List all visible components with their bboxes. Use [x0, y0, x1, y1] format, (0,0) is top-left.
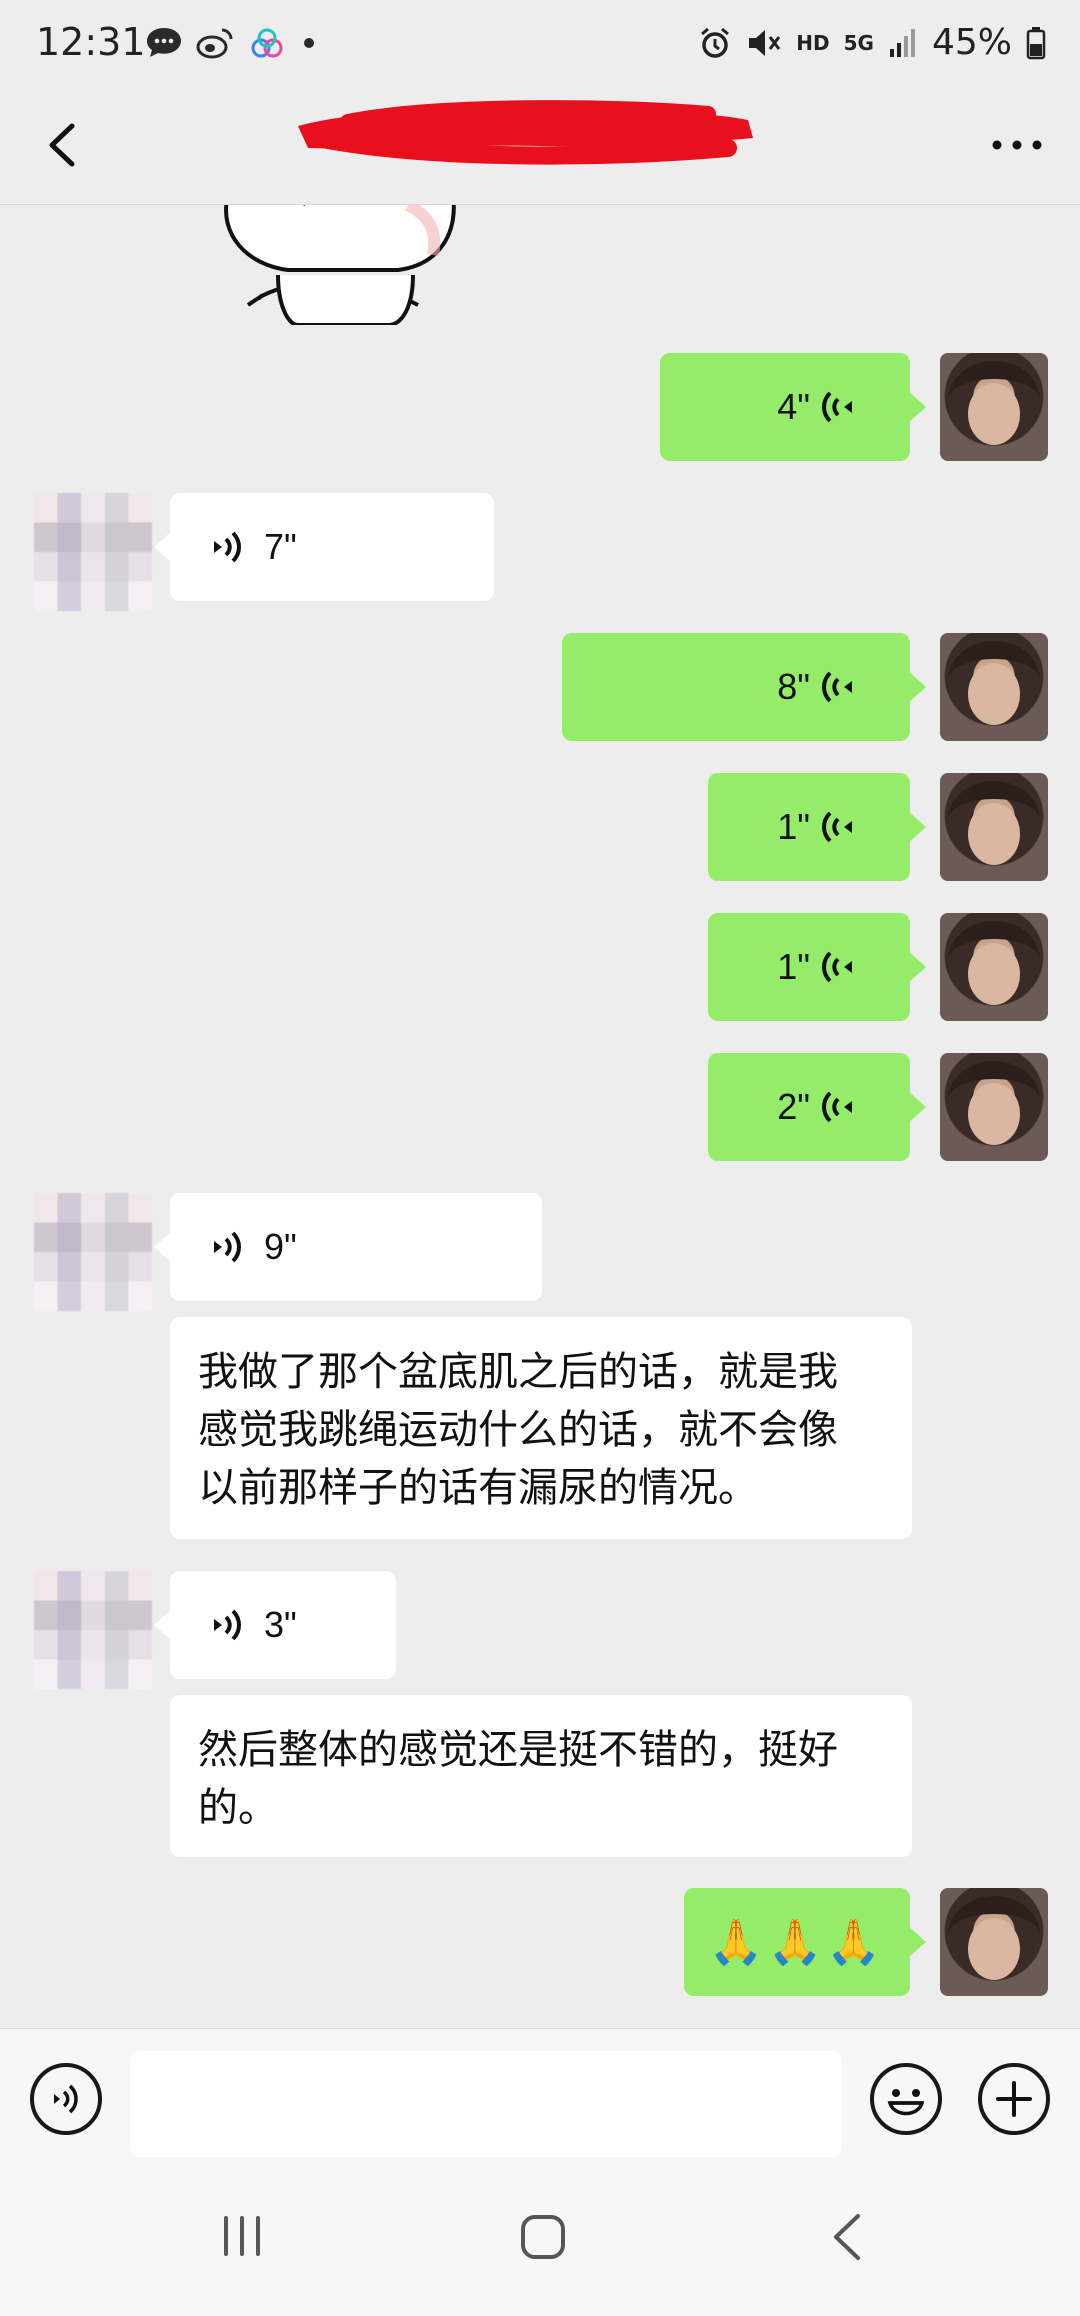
voice-message-incoming[interactable]: 9"	[154, 1193, 542, 1301]
voice-message-outgoing[interactable]: 1"	[708, 773, 926, 881]
message-line: 以前那样子的话有漏尿的情况。	[198, 1465, 758, 1511]
plus-icon	[996, 2081, 1032, 2117]
back-icon[interactable]	[826, 2212, 870, 2262]
contact-avatar[interactable]	[34, 1571, 152, 1689]
signal-icon	[889, 28, 915, 57]
voice-wave-icon	[822, 391, 852, 423]
message-line: 感觉我跳绳运动什么的话，就不会像	[198, 1407, 838, 1453]
status-time: 12:31	[36, 20, 146, 64]
more-dots-icon	[992, 140, 1042, 150]
status-bar: 12:31 HD 5G 45%	[0, 0, 1080, 90]
contact-avatar[interactable]	[34, 493, 152, 611]
cloud-app-icon	[251, 28, 283, 58]
smiley-icon	[887, 2089, 925, 2116]
5g-icon: 5G	[843, 30, 874, 55]
voice-message-incoming[interactable]: 7"	[154, 493, 494, 601]
my-avatar[interactable]	[940, 633, 1048, 741]
voice-duration: 1"	[777, 946, 810, 987]
voice-wave-icon	[822, 671, 852, 703]
voice-duration: 4"	[777, 386, 810, 427]
home-icon[interactable]	[518, 2212, 568, 2262]
emoji-button[interactable]	[870, 2063, 942, 2135]
voice-message-incoming[interactable]: 3"	[154, 1571, 396, 1679]
voice-wave-icon	[214, 531, 241, 563]
my-avatar[interactable]	[940, 773, 1048, 881]
more-functions-button[interactable]	[978, 2063, 1050, 2135]
emoji-message-outgoing[interactable]: 🙏🙏🙏	[684, 1888, 926, 1996]
contact-avatar[interactable]	[34, 1193, 152, 1311]
chat-header	[0, 90, 1080, 205]
message-line: 然后整体的感觉还是挺不错的，挺好	[198, 1727, 838, 1773]
chat-message-list[interactable]: 4" 7" 8" 1" 1" 2" 9" 我做了那个盆底肌之后的话，就是我 感觉…	[0, 205, 1080, 2028]
text-message-incoming[interactable]: 然后整体的感觉还是挺不错的，挺好 的。	[170, 1695, 912, 1857]
chevron-left-icon	[49, 123, 75, 167]
my-avatar[interactable]	[940, 353, 1048, 461]
message-input-bar	[0, 2028, 1080, 2158]
emoji-text: 🙏🙏🙏	[708, 1917, 886, 1968]
my-avatar[interactable]	[940, 1888, 1048, 1996]
back-button[interactable]	[28, 110, 98, 180]
voice-wave-icon	[822, 951, 852, 983]
voice-wave-icon	[822, 1091, 852, 1123]
voice-message-outgoing[interactable]: 4"	[660, 353, 926, 461]
voice-wave-icon	[822, 811, 852, 843]
voice-mode-icon	[54, 2084, 78, 2114]
redacted-contact-name	[288, 98, 758, 168]
mute-icon	[749, 29, 781, 56]
message-line: 我做了那个盆底肌之后的话，就是我	[198, 1349, 838, 1395]
message-input[interactable]	[130, 2051, 842, 2157]
voice-message-outgoing[interactable]: 1"	[708, 913, 926, 1021]
voice-message-outgoing[interactable]: 8"	[562, 633, 926, 741]
chat-bubble-icon	[147, 28, 181, 57]
voice-duration: 7"	[264, 526, 297, 567]
sticker-image[interactable]	[218, 205, 468, 325]
hd-icon: HD	[796, 30, 830, 55]
battery-percent: 45%	[931, 22, 1012, 63]
voice-wave-icon	[214, 1609, 241, 1641]
voice-message-outgoing[interactable]: 2"	[708, 1053, 926, 1161]
recent-apps-icon[interactable]	[218, 2212, 266, 2260]
system-navigation-bar	[0, 2158, 1080, 2316]
voice-duration: 8"	[777, 666, 810, 707]
voice-duration: 1"	[777, 806, 810, 847]
alarm-icon	[701, 27, 730, 58]
weibo-icon	[196, 28, 233, 59]
dot-icon	[304, 38, 314, 48]
voice-duration: 3"	[264, 1604, 297, 1645]
message-line: 的。	[198, 1785, 278, 1831]
voice-duration: 9"	[264, 1226, 297, 1267]
my-avatar[interactable]	[940, 913, 1048, 1021]
voice-mode-button[interactable]	[30, 2063, 102, 2135]
battery-icon	[1026, 26, 1046, 59]
voice-wave-icon	[214, 1231, 241, 1263]
voice-duration: 2"	[777, 1086, 810, 1127]
text-message-incoming[interactable]: 我做了那个盆底肌之后的话，就是我 感觉我跳绳运动什么的话，就不会像 以前那样子的…	[170, 1317, 912, 1539]
my-avatar[interactable]	[940, 1053, 1048, 1161]
more-options-button[interactable]	[982, 110, 1052, 180]
